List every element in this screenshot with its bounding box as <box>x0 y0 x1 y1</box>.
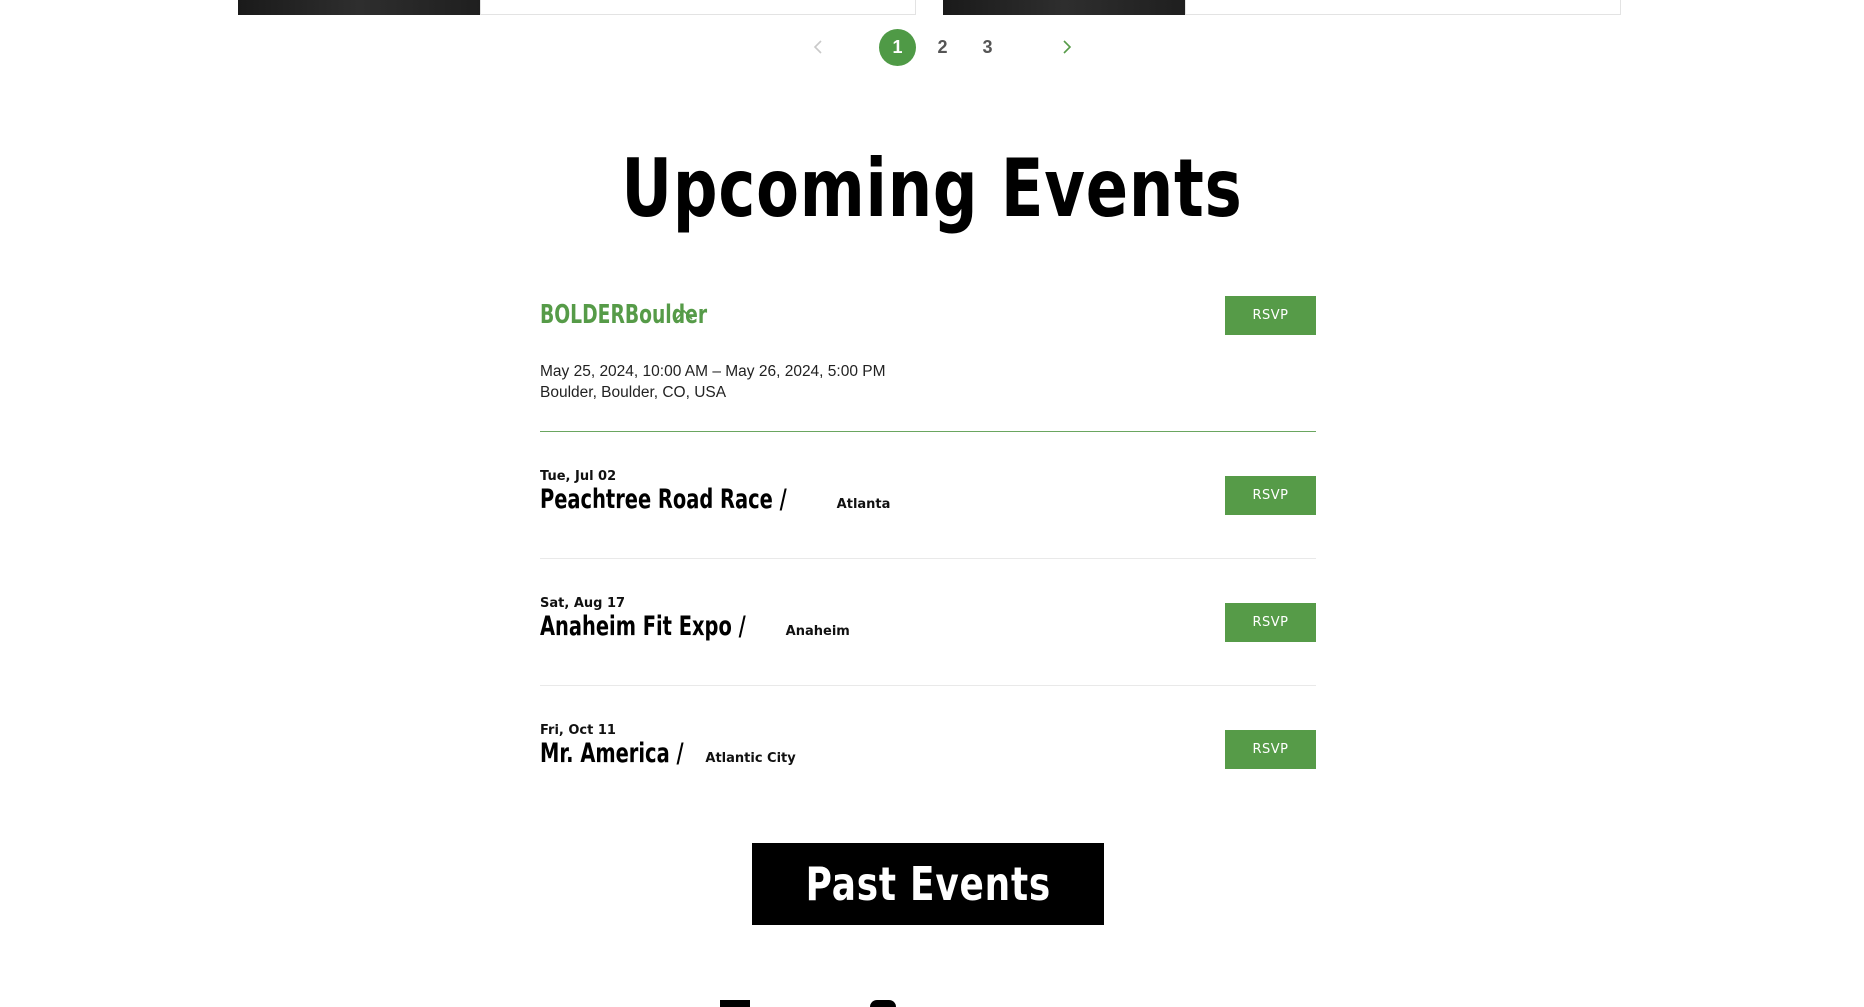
event-city: Atlantic City <box>705 751 796 766</box>
section-title: Upcoming Events <box>621 142 1243 235</box>
event-date: Fri, Oct 11 <box>540 723 616 738</box>
divider <box>540 558 1316 559</box>
featured-event-location: Boulder, Boulder, CO, USA <box>540 384 727 401</box>
card-image <box>238 0 480 15</box>
event-title[interactable]: Anaheim Fit Expo / Anaheim <box>540 611 850 642</box>
card-image <box>943 0 1185 15</box>
event-city: Atlanta <box>836 497 891 512</box>
divider <box>540 431 1316 432</box>
event-city: Anaheim <box>785 624 850 639</box>
page-1-button[interactable]: 1 <box>879 29 916 66</box>
rsvp-button[interactable]: RSVP <box>1225 603 1316 642</box>
featured-event-datetime: May 25, 2024, 10:00 AM – May 26, 2024, 5… <box>540 363 886 380</box>
past-events-button[interactable]: Past Events <box>752 843 1104 925</box>
event-name: Peachtree Road Race / <box>540 484 787 515</box>
card-body <box>480 0 916 15</box>
featured-event-name: BOLDERBoulder <box>540 300 708 330</box>
rsvp-button[interactable]: RSVP <box>1225 476 1316 515</box>
event-date: Sat, Aug 17 <box>540 596 626 611</box>
card-body <box>1185 0 1621 15</box>
rsvp-button[interactable]: RSVP <box>1225 296 1316 335</box>
past-events-label: Past Events <box>805 857 1051 911</box>
prev-page-button[interactable] <box>805 32 831 62</box>
pagination: 1 2 3 <box>0 28 1864 68</box>
page-3-button[interactable]: 3 <box>969 29 1006 66</box>
page-2-button[interactable]: 2 <box>924 29 961 66</box>
rsvp-button[interactable]: RSVP <box>1225 730 1316 769</box>
next-section-heading-peek <box>720 1000 920 1007</box>
event-title[interactable]: Peachtree Road Race / Atlanta <box>540 484 890 515</box>
chevron-right-icon <box>1063 40 1072 54</box>
event-name: Mr. America / <box>540 738 684 769</box>
event-date: Tue, Jul 02 <box>540 469 617 484</box>
event-title[interactable]: Mr. America / Atlantic City <box>540 738 796 769</box>
next-page-button[interactable] <box>1054 32 1080 62</box>
featured-event-toggle[interactable]: BOLDERBoulder <box>540 300 708 330</box>
event-name: Anaheim Fit Expo / <box>540 611 746 642</box>
chevron-left-icon <box>813 40 822 54</box>
divider <box>540 685 1316 686</box>
